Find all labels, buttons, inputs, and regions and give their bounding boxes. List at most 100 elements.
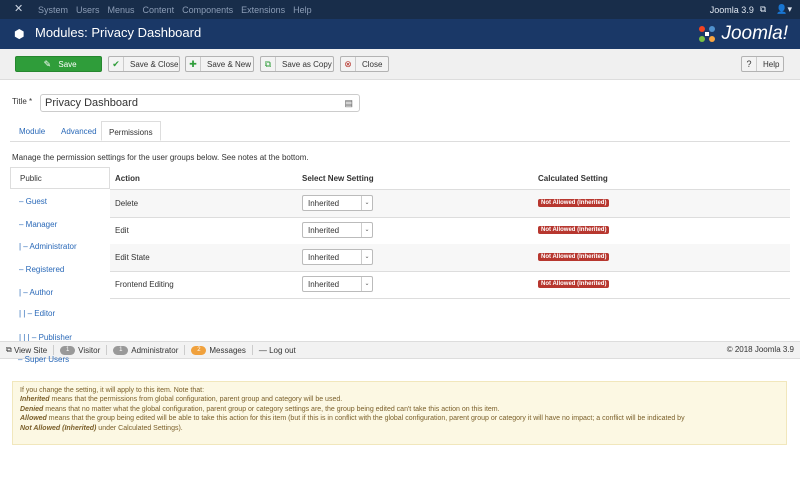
table-row: Edit Inherited ⌄ Not Allowed (Inherited) <box>110 217 790 245</box>
header-calculated: Calculated Setting <box>538 174 608 183</box>
save-copy-button[interactable]: ⧉ Save as Copy <box>260 56 334 72</box>
group-super-users[interactable]: – Super Users <box>18 355 69 364</box>
brand-wordmark: Joomla! <box>721 23 788 44</box>
status-badge: Not Allowed (Inherited) <box>538 226 610 234</box>
setting-select[interactable]: Inherited ⌄ <box>302 249 373 265</box>
tab-module[interactable]: Module <box>19 127 45 136</box>
setting-select[interactable]: Inherited ⌄ <box>302 195 373 211</box>
group-editor[interactable]: | | – Editor <box>19 309 55 318</box>
menu-extensions[interactable]: Extensions <box>241 5 285 15</box>
check-icon: ✔ <box>109 57 124 71</box>
denied-term: Denied <box>20 405 44 413</box>
header-action: Action <box>115 174 140 183</box>
view-site-link[interactable]: ⧉ View Site <box>6 345 47 355</box>
page-title: Modules: Privacy Dashboard <box>35 25 202 40</box>
divider <box>251 345 253 355</box>
group-public[interactable]: Public <box>10 167 110 189</box>
save-copy-label: Save as Copy <box>282 59 332 69</box>
cube-icon: ⬢ <box>14 27 25 41</box>
tab-advanced[interactable]: Advanced <box>61 127 97 136</box>
divider <box>53 345 55 355</box>
status-badge: Not Allowed (Inherited) <box>538 253 610 261</box>
admin-count: 1 <box>113 345 129 355</box>
help-button[interactable]: ? Help <box>741 56 784 72</box>
divider <box>106 345 108 355</box>
notes-allowed: Allowed means that the group being edite… <box>20 414 779 423</box>
status-bar: ⧉ View Site 1 Visitor 1 Administrator 2 Mes… <box>0 341 800 359</box>
save-new-label: Save & New <box>207 59 252 69</box>
setting-select[interactable]: Inherited ⌄ <box>302 222 373 238</box>
save-close-label: Save & Close <box>130 59 179 69</box>
menu-components[interactable]: Components <box>182 5 233 15</box>
group-guest[interactable]: – Guest <box>19 197 47 206</box>
setting-value: Inherited <box>308 226 340 235</box>
chevron-down-icon: ⌄ <box>361 223 372 237</box>
visitor-status[interactable]: 1 Visitor <box>60 345 101 355</box>
inherited-term: Inherited <box>20 396 50 404</box>
chevron-down-icon: ⌄ <box>361 196 372 210</box>
question-icon: ? <box>742 57 757 71</box>
messages-label: Messages <box>209 345 246 355</box>
menu-users[interactable]: Users <box>76 5 100 15</box>
setting-value: Inherited <box>308 199 340 208</box>
version-link[interactable]: Joomla 3.9 <box>710 5 754 15</box>
title-label: Title * <box>12 97 33 106</box>
user-icon[interactable]: 👤▾ <box>776 4 792 15</box>
toolbar: ✎ Save ✔ Save & Close ✚ Save & New ⧉ Sav… <box>0 49 800 80</box>
menu-system[interactable]: System <box>38 5 68 15</box>
menu-menus[interactable]: Menus <box>108 5 135 15</box>
permissions-notes: If you change the setting, it will apply… <box>12 381 787 445</box>
copy-icon: ⧉ <box>261 57 276 71</box>
inherited-text: means that the permissions from global c… <box>49 396 343 404</box>
messages-link[interactable]: 2 Messages <box>191 345 246 355</box>
external-link-icon: ⧉ <box>6 345 12 354</box>
document-icon: ▤ <box>344 98 353 108</box>
action-label: Delete <box>115 199 139 208</box>
minus-icon: — <box>258 345 267 355</box>
save-new-button[interactable]: ✚ Save & New <box>185 56 254 72</box>
top-menu-bar: ✕ System Users Menus Content Components … <box>0 0 800 19</box>
visitor-count: 1 <box>60 345 76 355</box>
group-manager[interactable]: – Manager <box>19 220 57 229</box>
messages-count: 2 <box>191 345 207 355</box>
logout-label: Log out <box>269 345 296 355</box>
help-label: Help <box>763 59 780 69</box>
copyright: © 2018 Joomla 3.9 <box>726 345 794 354</box>
chevron-down-icon: ⌄ <box>361 250 372 264</box>
group-registered[interactable]: – Registered <box>19 265 64 274</box>
setting-select[interactable]: Inherited ⌄ <box>302 276 373 292</box>
table-header: Action Select New Setting Calculated Set… <box>110 167 790 191</box>
status-badge: Not Allowed (Inherited) <box>538 199 610 207</box>
title-value: Privacy Dashboard <box>45 97 138 109</box>
menu-help[interactable]: Help <box>293 5 312 15</box>
menu-content[interactable]: Content <box>143 5 175 15</box>
group-author[interactable]: | – Author <box>19 288 53 297</box>
logout-link[interactable]: — Log out <box>259 346 296 355</box>
group-administrator[interactable]: | – Administrator <box>19 242 77 251</box>
chevron-down-icon: ⌄ <box>361 277 372 291</box>
visitor-label: Visitor <box>78 345 101 355</box>
header-select-setting: Select New Setting <box>302 174 374 183</box>
plus-icon: ✚ <box>186 57 201 71</box>
allowed-term: Allowed <box>20 415 47 423</box>
joomla-mini-icon[interactable]: ✕ <box>14 4 24 15</box>
close-button[interactable]: ⊗ Close <box>340 56 389 72</box>
denied-text: means that no matter what the global con… <box>43 405 500 413</box>
title-field[interactable]: Privacy Dashboard ▤ <box>40 94 360 112</box>
admin-label: Administrator <box>131 345 179 355</box>
save-button[interactable]: ✎ Save <box>15 56 102 72</box>
close-label: Close <box>362 59 383 69</box>
external-link-icon[interactable]: ⧉ <box>760 4 766 15</box>
top-right: Joomla 3.9 ⧉ 👤▾ <box>710 0 792 19</box>
tab-permissions[interactable]: Permissions <box>101 121 161 141</box>
joomla-logo-icon <box>699 26 716 42</box>
main-menu: System Users Menus Content Components Ex… <box>38 0 320 19</box>
table-row: Delete Inherited ⌄ Not Allowed (Inherited… <box>110 190 790 218</box>
user-groups-list: Public – Guest – Manager | – Administrat… <box>10 167 110 367</box>
action-label: Edit <box>115 226 129 235</box>
save-close-button[interactable]: ✔ Save & Close <box>108 56 180 72</box>
notes-denied: Denied means that no matter what the glo… <box>20 405 779 414</box>
view-site-label: View Site <box>13 345 48 355</box>
notes-inherited: Inherited means that the permissions fro… <box>20 395 779 404</box>
admin-status[interactable]: 1 Administrator <box>113 345 179 355</box>
